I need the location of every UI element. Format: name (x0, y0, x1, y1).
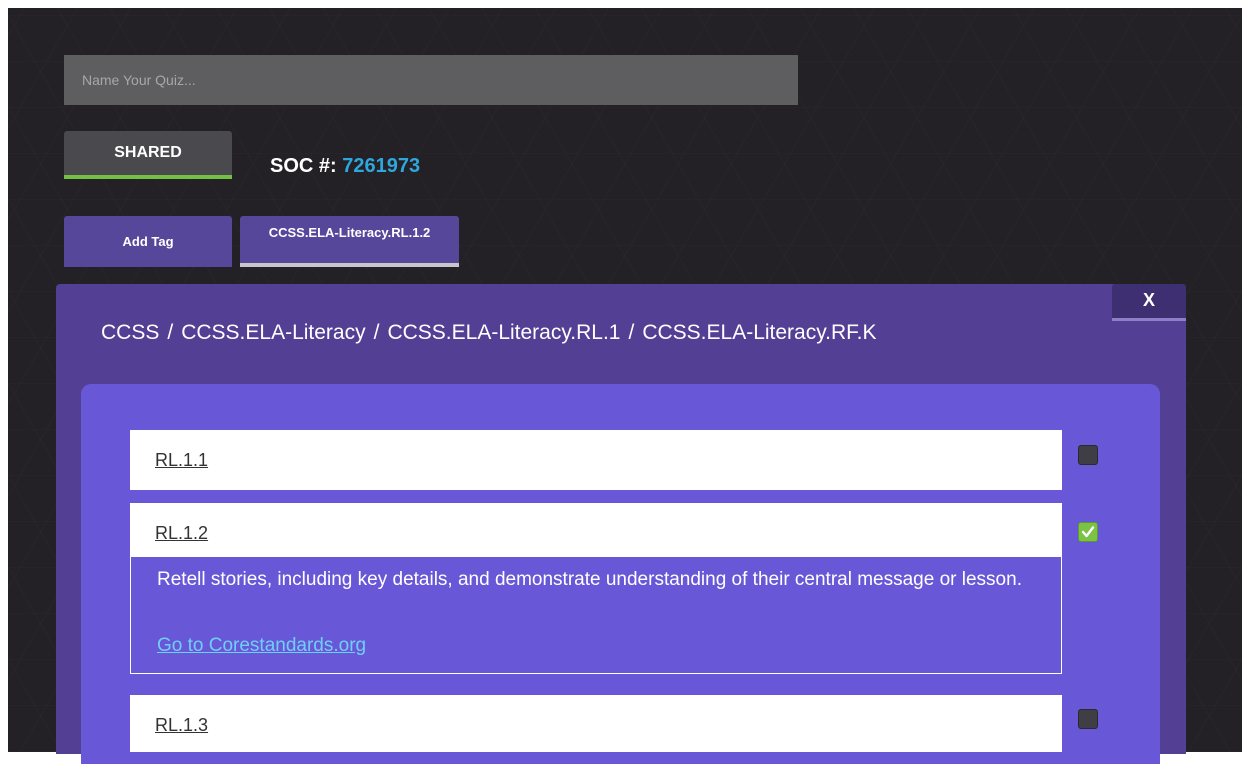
standard-code-link[interactable]: RL.1.3 (155, 715, 208, 736)
breadcrumb-item-rf-k[interactable]: CCSS.ELA-Literacy.RF.K (642, 321, 876, 344)
breadcrumb-item-ela-literacy[interactable]: CCSS.ELA-Literacy (181, 321, 365, 344)
standard-checkbox-rl-1-1[interactable] (1078, 445, 1098, 465)
corestandards-link[interactable]: Go to Corestandards.org (157, 635, 366, 657)
standard-description: Retell stories, including key details, a… (157, 569, 1022, 590)
standard-row-rl-1-2[interactable]: RL.1.2 (130, 503, 1062, 557)
breadcrumb-item-rl-1[interactable]: CCSS.ELA-Literacy.RL.1 (387, 321, 620, 344)
close-panel-button[interactable]: X (1112, 284, 1186, 321)
standard-row-rl-1-1[interactable]: RL.1.1 (130, 430, 1062, 490)
soc-number: SOC #: 7261973 (270, 155, 420, 178)
add-tag-button[interactable]: Add Tag (64, 216, 232, 267)
standard-description-panel: Retell stories, including key details, a… (130, 557, 1062, 674)
breadcrumb-separator: / (628, 321, 635, 344)
quiz-name-input[interactable] (64, 55, 798, 105)
standard-checkbox-rl-1-2[interactable] (1078, 522, 1098, 542)
tag-label: CCSS.ELA-Literacy.RL.1.2 (268, 225, 431, 240)
tag-ccss-ela-literacy-rl-1-2[interactable]: CCSS.ELA-Literacy.RL.1.2 (240, 216, 459, 267)
breadcrumb: CCSS / CCSS.ELA-Literacy / CCSS.ELA-Literacy… (101, 321, 877, 345)
standard-code-link[interactable]: RL.1.2 (155, 523, 208, 544)
breadcrumb-separator: / (167, 321, 174, 344)
shared-button[interactable]: SHARED (64, 131, 232, 179)
breadcrumb-separator: / (373, 321, 380, 344)
standard-row-rl-1-3[interactable]: RL.1.3 (130, 695, 1062, 752)
soc-label: SOC #: (270, 155, 337, 177)
breadcrumb-item-ccss[interactable]: CCSS (101, 321, 159, 344)
standard-checkbox-rl-1-3[interactable] (1078, 709, 1098, 729)
standard-code-link[interactable]: RL.1.1 (155, 450, 208, 471)
soc-value: 7261973 (342, 155, 421, 177)
